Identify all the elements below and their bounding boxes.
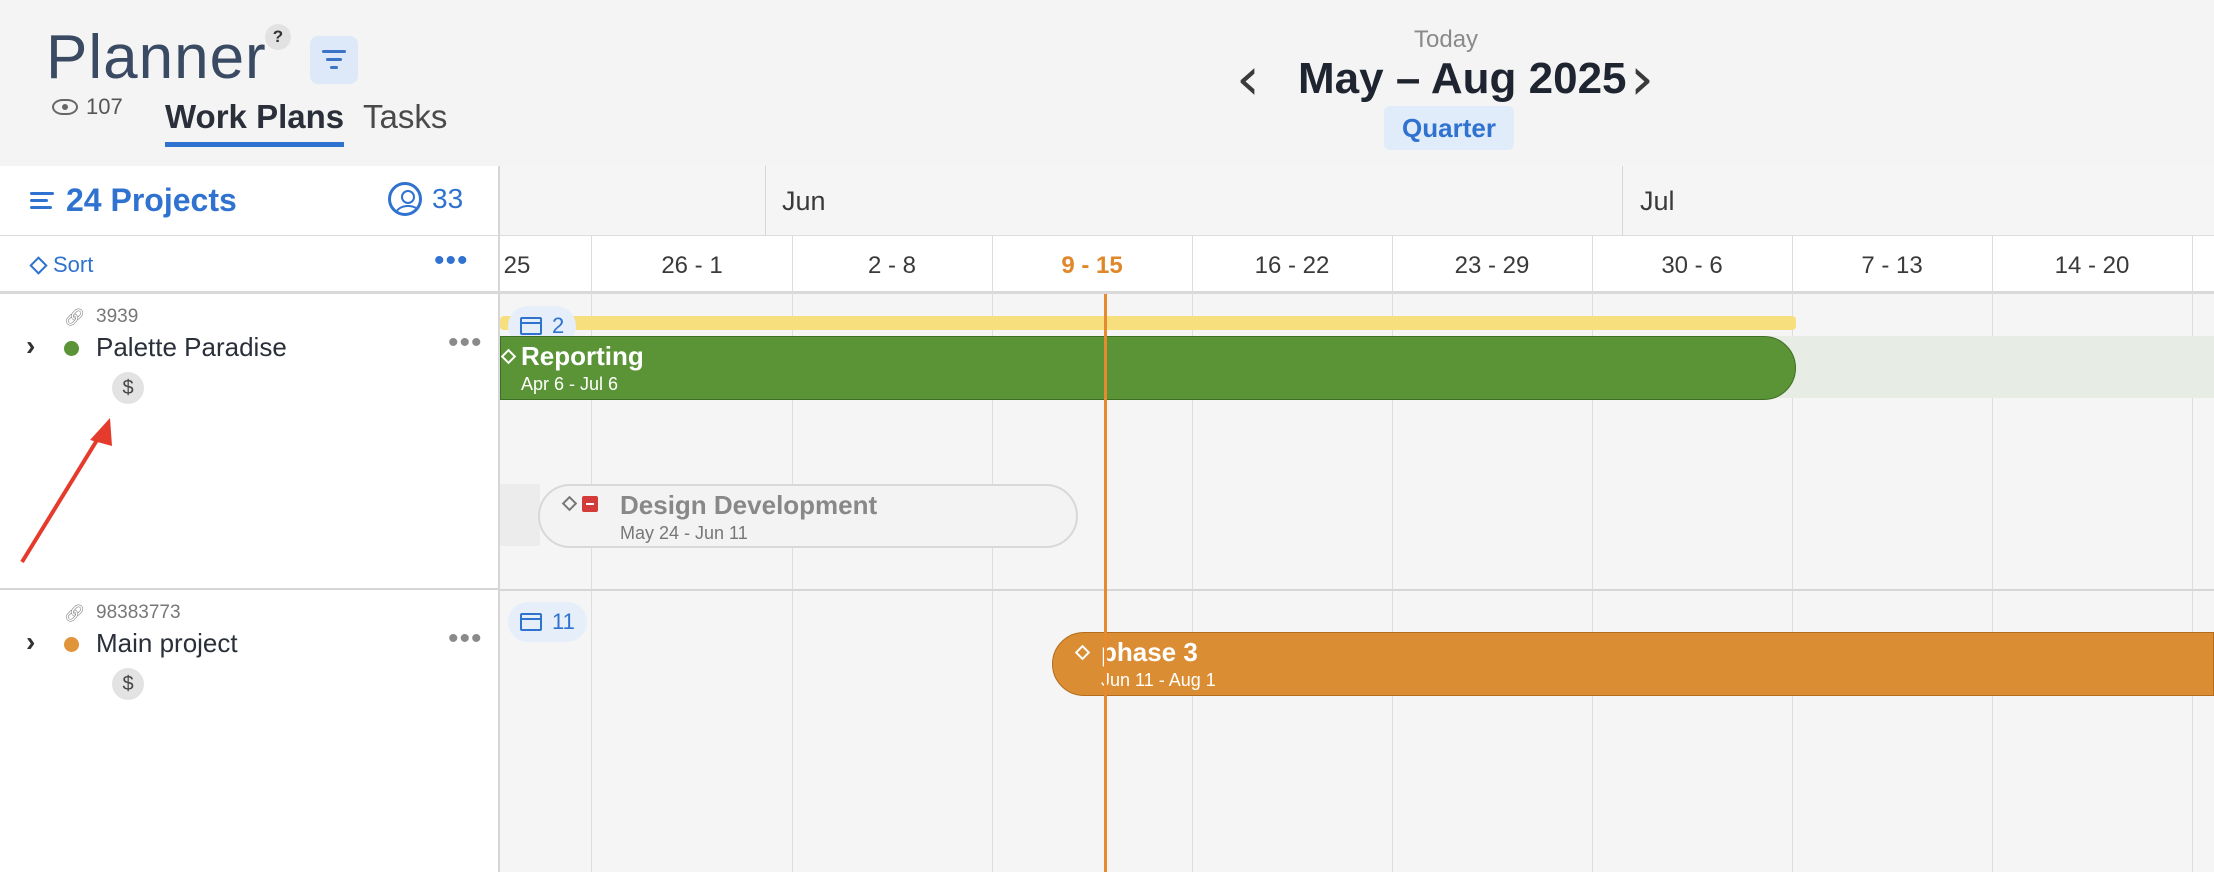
members-button[interactable]: 33	[388, 182, 463, 216]
more-options-icon[interactable]: •••	[434, 244, 469, 278]
week-label: 16 - 22	[1254, 252, 1330, 279]
header: Planner ? 107 Work Plans Tasks Today ‹ M…	[0, 0, 2214, 166]
sort-row: Sort •••	[0, 236, 498, 294]
project-row: 🔗︎ 3939 › Palette Paradise $ •••	[0, 294, 498, 590]
month-label: Jul	[1640, 186, 1675, 216]
month-label: Jun	[782, 186, 826, 216]
filter-icon	[326, 58, 342, 61]
week-label-current: 9 - 15	[1061, 252, 1123, 279]
filter-button[interactable]	[310, 36, 358, 84]
project-list-panel: 24 Projects 33 Sort ••• 🔗︎ 3939 › Palett…	[0, 166, 500, 872]
chevron-right-icon[interactable]: ›	[1630, 49, 1654, 109]
project-name[interactable]: Main project	[96, 628, 238, 659]
work-plan-dates: Apr 6 - Jul 6	[521, 374, 619, 394]
diamond-icon	[1074, 644, 1091, 661]
list-icon	[30, 188, 54, 213]
archive-icon	[582, 496, 598, 512]
chip-count: 11	[552, 609, 575, 634]
filter-icon	[322, 50, 346, 53]
week-label: 26 - 1	[661, 252, 723, 279]
today-button[interactable]: Today	[1414, 26, 1478, 54]
dollar-icon[interactable]: $	[112, 668, 144, 700]
eye-icon	[52, 99, 78, 115]
project-id: 98383773	[96, 602, 181, 623]
sort-button[interactable]: Sort	[29, 252, 94, 278]
date-range: May – Aug 2025	[1298, 54, 1627, 103]
week-label: 2 - 8	[867, 252, 917, 279]
link-icon: 🔗︎	[64, 308, 86, 327]
diamond-icon	[561, 495, 578, 512]
work-plan-title: Reporting	[521, 341, 644, 371]
status-dot	[64, 637, 79, 652]
dollar-icon[interactable]: $	[112, 372, 144, 404]
work-plan-title: phase 3	[1101, 637, 1198, 667]
tab-tasks[interactable]: Tasks	[363, 98, 447, 136]
sort-icon	[29, 255, 48, 275]
status-dot	[64, 341, 79, 356]
work-plan-bar[interactable]: phase 3 Jun 11 - Aug 1	[1052, 632, 2214, 696]
project-name[interactable]: Palette Paradise	[96, 332, 287, 363]
more-options-icon[interactable]: •••	[448, 326, 483, 360]
chevron-right-icon[interactable]: ›	[26, 330, 35, 362]
diamond-icon	[500, 348, 517, 365]
help-icon[interactable]: ?	[265, 24, 291, 50]
project-list-header: 24 Projects 33	[0, 166, 498, 236]
work-plan-bar[interactable]: Reporting Apr 6 - Jul 6	[500, 336, 1796, 400]
zoom-quarter-button[interactable]: Quarter	[1384, 106, 1514, 150]
timeline: Jun Jul 25 26 - 1 2 - 8 9 - 15 16 - 22 2…	[500, 166, 2214, 872]
month-header: Jun Jul	[500, 166, 2214, 236]
work-plan-count-chip[interactable]: 11	[508, 602, 587, 642]
week-label: 14 - 20	[2054, 252, 2130, 279]
views-count: 107	[86, 94, 123, 119]
week-label: 23 - 29	[1454, 252, 1530, 279]
page-title: Planner	[46, 23, 267, 92]
more-options-icon[interactable]: •••	[448, 622, 483, 656]
work-plan-bar-archived[interactable]: Design Development May 24 - Jun 11	[538, 484, 1078, 548]
week-label: 25	[503, 252, 531, 279]
views-counter: 107	[52, 94, 123, 120]
tab-work-plans[interactable]: Work Plans	[165, 98, 345, 147]
unlink-icon: 🔗︎	[64, 604, 86, 623]
project-id: 3939	[96, 306, 139, 327]
projects-toggle[interactable]: 24 Projects	[30, 182, 237, 219]
sort-label: Sort	[53, 252, 94, 277]
work-plan-dates: May 24 - Jun 11	[620, 523, 748, 543]
week-label: 30 - 6	[1661, 252, 1723, 279]
user-circle-icon	[388, 182, 422, 216]
week-header: 25 26 - 1 2 - 8 9 - 15 16 - 22 23 - 29 3…	[500, 236, 2214, 294]
filter-icon	[330, 66, 338, 69]
week-label: 7 - 13	[1861, 252, 1923, 279]
calendar-icon	[520, 613, 542, 631]
projects-count-label: 24 Projects	[66, 182, 237, 218]
work-plan-title: Design Development	[620, 490, 878, 520]
project-row: 🔗︎ 98383773 › Main project $ •••	[0, 590, 498, 872]
calendar-icon	[520, 317, 542, 335]
milestone-strip	[500, 316, 1796, 330]
members-count: 33	[432, 183, 464, 214]
work-plan-dates: Jun 11 - Aug 1	[1101, 670, 1216, 690]
today-marker	[1104, 294, 1107, 872]
chevron-left-icon[interactable]: ‹	[1236, 49, 1260, 109]
chevron-right-icon[interactable]: ›	[26, 626, 35, 658]
